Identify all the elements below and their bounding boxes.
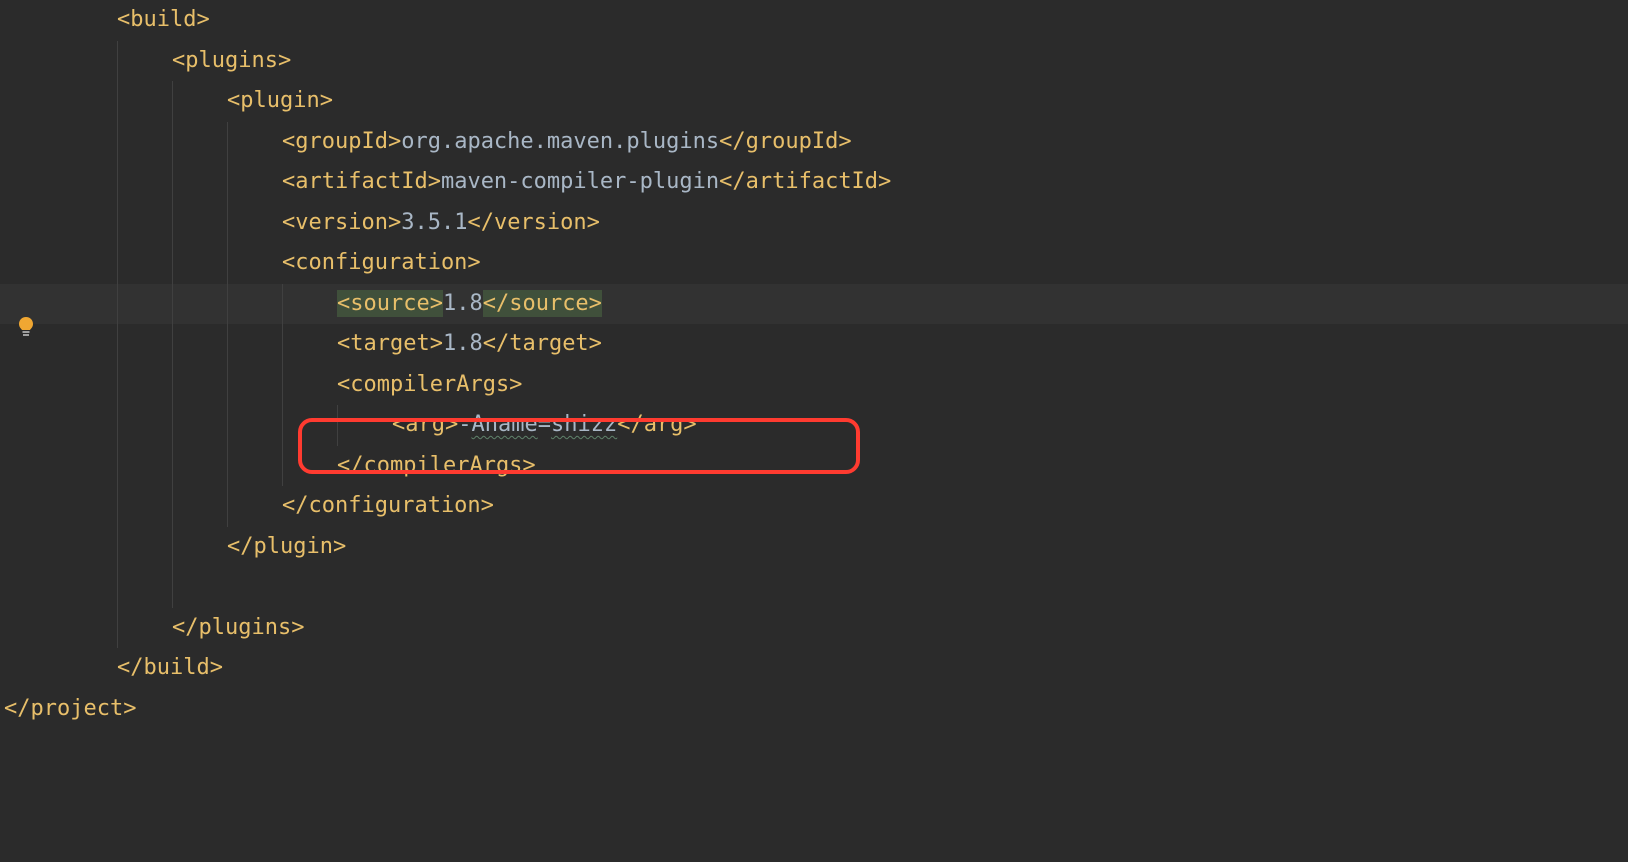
xml-tag: </plugins> (172, 615, 304, 640)
xml-tag: <build> (117, 7, 210, 32)
xml-tag: </configuration> (282, 493, 494, 518)
code-content[interactable]: <build> <plugins> <plugin> <groupId>org.… (0, 0, 1628, 729)
code-line-empty[interactable] (0, 567, 1628, 608)
xml-tag: <plugin> (227, 88, 333, 113)
code-line[interactable]: <groupId>org.apache.maven.plugins</group… (0, 122, 1628, 163)
code-line[interactable]: <arg>-Aname=shizz</arg> (0, 405, 1628, 446)
code-line[interactable]: <compilerArgs> (0, 365, 1628, 406)
code-editor[interactable]: <build> <plugins> <plugin> <groupId>org.… (0, 0, 1628, 862)
code-line[interactable]: </plugin> (0, 527, 1628, 568)
intention-bulb-icon[interactable] (14, 315, 38, 339)
code-line[interactable]: <target>1.8</target> (0, 324, 1628, 365)
xml-tag: <version> (282, 210, 401, 235)
code-line[interactable]: <version>3.5.1</version> (0, 203, 1628, 244)
xml-tag-matched: <source> (337, 290, 443, 317)
xml-tag: </plugin> (227, 534, 346, 559)
xml-tag: <groupId> (282, 129, 401, 154)
code-line[interactable]: </configuration> (0, 486, 1628, 527)
code-line[interactable]: </build> (0, 648, 1628, 689)
xml-tag: </version> (467, 210, 599, 235)
code-line[interactable]: </plugins> (0, 608, 1628, 649)
code-line[interactable]: </compilerArgs> (0, 446, 1628, 487)
xml-text: = (538, 412, 551, 437)
xml-tag: </target> (483, 331, 602, 356)
xml-tag: <configuration> (282, 250, 481, 275)
code-line[interactable]: <plugins> (0, 41, 1628, 82)
xml-tag: </artifactId> (719, 169, 891, 194)
xml-tag: <artifactId> (282, 169, 441, 194)
xml-tag: </groupId> (719, 129, 851, 154)
code-line[interactable]: <configuration> (0, 243, 1628, 284)
xml-text: org.apache.maven.plugins (401, 129, 719, 154)
xml-tag: </arg> (617, 412, 696, 437)
xml-tag: <target> (337, 331, 443, 356)
xml-text: maven-compiler-plugin (441, 169, 719, 194)
code-line[interactable]: <artifactId>maven-compiler-plugin</artif… (0, 162, 1628, 203)
xml-text: 3.5.1 (401, 210, 467, 235)
code-line[interactable]: </project> (0, 689, 1628, 730)
code-line[interactable]: <build> (0, 0, 1628, 41)
xml-tag: <compilerArgs> (337, 372, 522, 397)
xml-tag: <plugins> (172, 48, 291, 73)
code-line-active[interactable]: <source>1.8</source> (0, 284, 1628, 325)
xml-text: 1.8 (443, 291, 483, 316)
xml-tag: </project> (4, 696, 136, 721)
xml-tag: <arg> (392, 412, 458, 437)
xml-tag: </compilerArgs> (337, 453, 536, 478)
xml-tag-matched: </source> (483, 290, 602, 317)
xml-tag: </build> (117, 655, 223, 680)
code-line[interactable]: <plugin> (0, 81, 1628, 122)
xml-text-typo: Aname (471, 412, 537, 437)
xml-text-typo: shizz (551, 412, 617, 437)
xml-text: - (458, 412, 471, 437)
xml-text: 1.8 (443, 331, 483, 356)
